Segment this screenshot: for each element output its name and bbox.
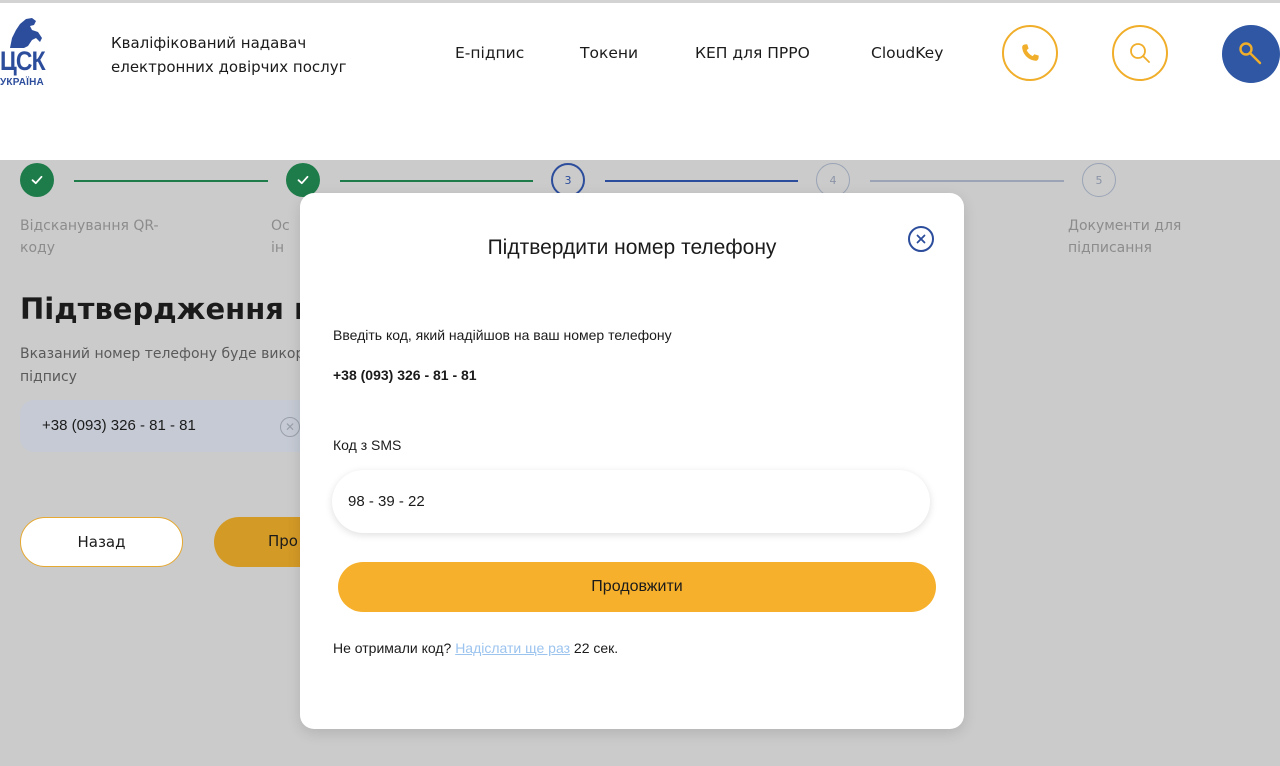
logo-subtext: УКРАЇНА <box>0 77 44 88</box>
modal-phone-number: +38 (093) 326 - 81 - 81 <box>333 367 477 383</box>
step-1-label: Відсканування QR- коду <box>20 218 159 256</box>
step-3-active: 3 <box>551 163 585 197</box>
step-4-pending: 4 <box>816 163 850 197</box>
close-icon <box>916 234 926 244</box>
step-2-done <box>286 163 320 197</box>
resend-prefix: Не отримали код? <box>333 640 452 656</box>
step-connector-2 <box>340 180 533 182</box>
search-icon <box>1130 43 1150 63</box>
sms-code-label: Код з SMS <box>333 437 402 453</box>
tagline-line-1: Кваліфікований надавач <box>111 34 307 52</box>
resend-link[interactable]: Надіслати ще раз <box>455 640 570 656</box>
key-button[interactable] <box>1222 25 1280 83</box>
step-1-done <box>20 163 54 197</box>
sms-code-input[interactable] <box>332 470 930 533</box>
continue-button-background[interactable]: Про <box>214 517 314 567</box>
phone-icon <box>1022 44 1039 61</box>
page-description: Вказаний номер телефону буде викор підпи… <box>20 346 300 385</box>
top-rule <box>0 0 1280 3</box>
confirm-phone-modal: Підтвердити номер телефону Введіть код, … <box>300 193 964 729</box>
modal-title: Підтвердити номер телефону <box>487 236 777 259</box>
modal-instruction: Введіть код, який надійшов на ваш номер … <box>333 327 672 343</box>
check-icon <box>297 175 309 185</box>
nav-kep-prro[interactable]: КЕП для ПРРО <box>695 44 810 62</box>
step-connector-1 <box>74 180 268 182</box>
step-2-label: Ос ін <box>271 218 290 256</box>
nav-e-signature[interactable]: Е-підпис <box>455 44 524 62</box>
key-icon <box>1239 42 1262 65</box>
search-button[interactable] <box>1112 25 1168 81</box>
page-title: Підтвердження но <box>20 292 302 326</box>
phone-button[interactable] <box>1002 25 1058 81</box>
back-button[interactable]: Назад <box>20 517 183 567</box>
resend-row: Не отримали код? Надіслати ще раз 22 сек… <box>333 640 618 656</box>
step-connector-3 <box>605 180 798 182</box>
dog-logo-icon <box>10 18 42 48</box>
step-5-label: Документи для підписання <box>1068 218 1182 256</box>
close-button[interactable] <box>908 226 934 252</box>
phone-field[interactable]: +38 (093) 326 - 81 - 81 ✕ <box>20 400 310 452</box>
tagline-line-2: електронних довірчих послуг <box>111 58 347 76</box>
clear-icon[interactable]: ✕ <box>280 417 300 437</box>
nav-cloudkey[interactable]: CloudKey <box>871 44 943 62</box>
check-icon <box>31 175 43 185</box>
logo-text: ЦСК <box>0 46 46 76</box>
continue-button[interactable]: Продовжити <box>338 562 936 612</box>
tagline: Кваліфікований надавач електронних довір… <box>111 31 346 79</box>
resend-timer: 22 сек. <box>573 640 619 656</box>
nav-tokens[interactable]: Токени <box>580 44 638 62</box>
logo[interactable]: ЦСК УКРАЇНА <box>0 16 60 92</box>
step-5-pending: 5 <box>1082 163 1116 197</box>
step-connector-4 <box>870 180 1064 182</box>
phone-field-value: +38 (093) 326 - 81 - 81 <box>42 417 196 434</box>
